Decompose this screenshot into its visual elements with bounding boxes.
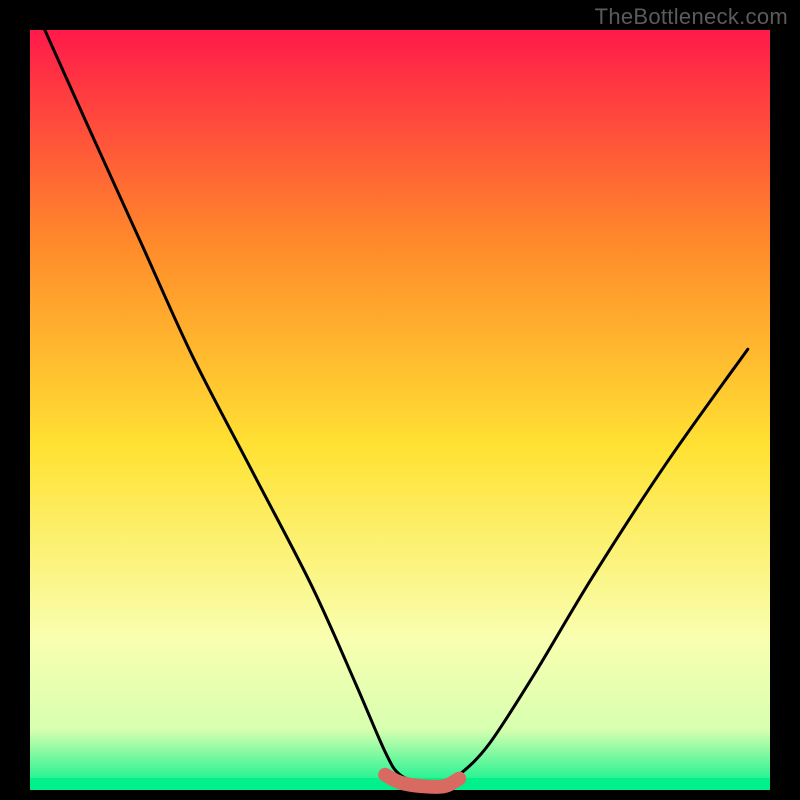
chart-stage: TheBottleneck.com [0, 0, 800, 800]
bottleneck-plot [0, 0, 800, 800]
watermark-text: TheBottleneck.com [595, 4, 788, 30]
plot-background [30, 30, 770, 790]
